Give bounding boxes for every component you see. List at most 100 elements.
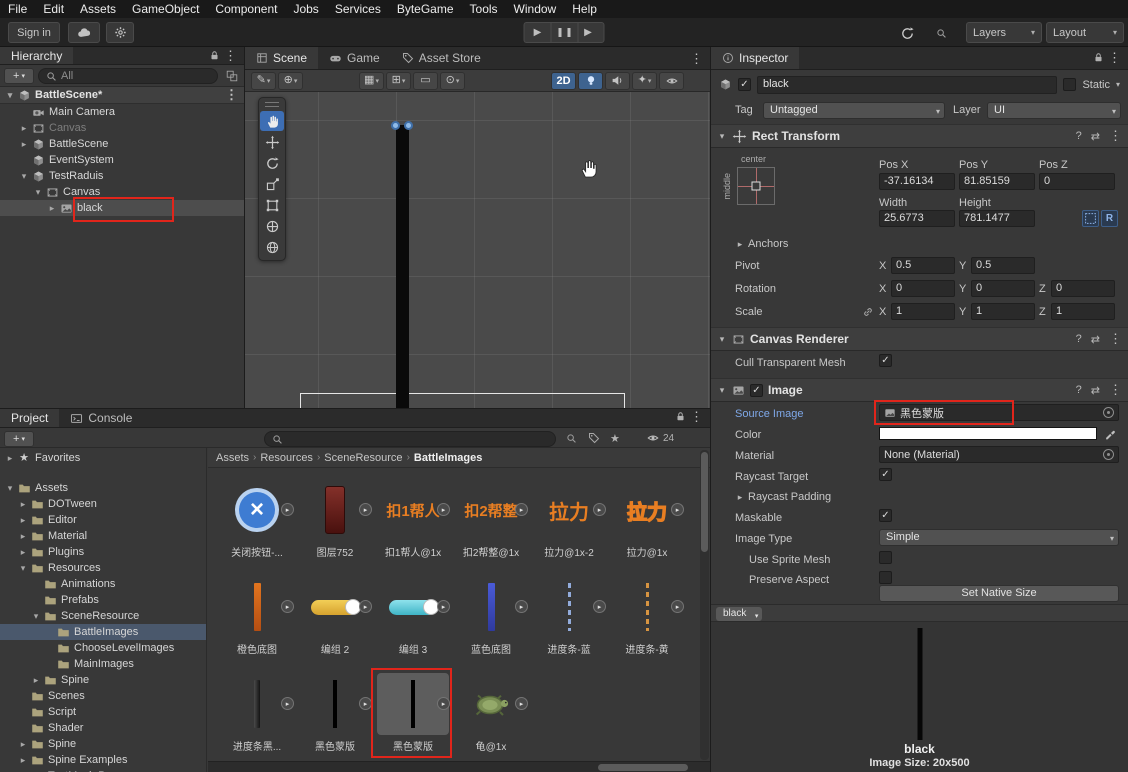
menu-bytegame[interactable]: ByteGame xyxy=(389,0,462,18)
black-image-object[interactable] xyxy=(396,125,409,408)
expand-arrow-icon[interactable]: ▸ xyxy=(17,739,29,750)
expand-arrow-icon[interactable]: ▾ xyxy=(17,563,29,574)
transform-tool[interactable] xyxy=(260,216,284,236)
asset-item-12[interactable]: ▸进度条黑... xyxy=(218,673,296,770)
asset-item-7[interactable]: ▸编组 2 xyxy=(296,576,374,673)
anchor-presets-button[interactable] xyxy=(737,167,775,205)
horizontal-scrollbar[interactable] xyxy=(208,761,710,772)
expand-subassets-button[interactable]: ▸ xyxy=(437,600,450,613)
project-folder-resources[interactable]: ▾Resources xyxy=(0,560,206,576)
expand-subassets-button[interactable]: ▸ xyxy=(515,503,528,516)
play-button[interactable]: ▶ xyxy=(524,22,551,43)
color-swatch[interactable] xyxy=(879,427,1097,440)
expand-subassets-button[interactable]: ▸ xyxy=(515,697,528,710)
move-tool[interactable] xyxy=(260,132,284,152)
tab-hierarchy[interactable]: Hierarchy xyxy=(0,47,73,64)
asset-item-6[interactable]: ▸橙色底图 xyxy=(218,576,296,673)
menu-tools[interactable]: Tools xyxy=(462,0,506,18)
search-window-icon[interactable] xyxy=(226,70,238,82)
expand-subassets-button[interactable]: ▸ xyxy=(281,503,294,516)
project-folder-scenes[interactable]: Scenes xyxy=(0,688,206,704)
effects-dropdown[interactable]: ✦▾ xyxy=(632,72,657,90)
asset-item-0[interactable]: ×▸关闭按钮-... xyxy=(218,479,296,576)
expand-subassets-button[interactable]: ▸ xyxy=(593,600,606,613)
expand-arrow-icon[interactable]: ▸ xyxy=(30,675,42,686)
kebab-icon[interactable]: ⋮ xyxy=(690,51,703,67)
preview-object-dropdown[interactable]: black▾ xyxy=(716,607,762,621)
object-picker-icon[interactable] xyxy=(1103,407,1114,418)
project-folder-favorites[interactable]: ▸★Favorites xyxy=(0,450,206,466)
create-object-button[interactable]: +▾ xyxy=(4,68,34,84)
kebab-icon[interactable]: ⋮ xyxy=(1109,382,1122,398)
lighting-toggle[interactable] xyxy=(578,72,603,90)
project-folder-mainimages[interactable]: MainImages xyxy=(0,656,206,672)
undo-history-icon[interactable] xyxy=(898,25,916,41)
project-folder-assets[interactable]: ▾Assets xyxy=(0,480,206,496)
object-picker-icon[interactable] xyxy=(1103,449,1114,460)
kebab-icon[interactable]: ⋮ xyxy=(1109,331,1122,347)
menu-jobs[interactable]: Jobs xyxy=(285,0,326,18)
project-folder-battleimages[interactable]: BattleImages xyxy=(0,624,206,640)
tool-handle-dropdown[interactable]: ⊙▾ xyxy=(440,72,465,90)
expand-arrow-icon[interactable]: ▾ xyxy=(32,187,44,198)
project-folder-textmesh-pro[interactable]: TextMesh Pro xyxy=(0,768,206,772)
ruler-toggle[interactable]: ▭ xyxy=(413,72,438,90)
scale-x-field[interactable]: 1 xyxy=(891,303,955,320)
tab-project[interactable]: Project xyxy=(0,409,59,427)
rect-handle[interactable] xyxy=(404,121,413,130)
mode-2d-toggle[interactable]: 2D xyxy=(551,72,576,90)
scale-y-field[interactable]: 1 xyxy=(971,303,1035,320)
project-folder-material[interactable]: ▸Material xyxy=(0,528,206,544)
drag-handle-icon[interactable] xyxy=(265,102,279,107)
hierarchy-item-battlescene[interactable]: ▸BattleScene xyxy=(0,136,244,152)
menu-edit[interactable]: Edit xyxy=(35,0,72,18)
lock-icon[interactable] xyxy=(675,411,686,422)
expand-arrow-icon[interactable]: ▸ xyxy=(4,453,16,464)
asset-item-10[interactable]: ▸进度条-蓝 xyxy=(530,576,608,673)
project-folder-script[interactable]: Script xyxy=(0,704,206,720)
breadcrumb-resources[interactable]: Resources xyxy=(260,452,313,464)
kebab-icon[interactable]: ⋮ xyxy=(690,409,703,425)
expand-arrow-icon[interactable]: ▸ xyxy=(17,499,29,510)
expand-arrow-icon[interactable]: ▸ xyxy=(18,123,30,134)
tab-asset-store[interactable]: Asset Store xyxy=(391,47,492,69)
lock-icon[interactable] xyxy=(209,50,220,61)
cloud-button[interactable] xyxy=(68,22,100,43)
cull-transparent-mesh-checkbox[interactable]: ✓ xyxy=(879,354,892,367)
vertical-scrollbar[interactable] xyxy=(700,450,709,760)
menu-gameobject[interactable]: GameObject xyxy=(124,0,207,18)
raw-edit-mode-button[interactable]: R xyxy=(1101,210,1118,227)
pos-x-field[interactable]: -37.16134 xyxy=(879,173,955,190)
project-search-input[interactable] xyxy=(264,431,556,447)
lock-icon[interactable] xyxy=(1093,52,1104,63)
pos-z-field[interactable]: 0 xyxy=(1039,173,1115,190)
project-folder-animations[interactable]: Animations xyxy=(0,576,206,592)
height-field[interactable]: 781.1477 xyxy=(959,210,1035,227)
help-icon[interactable]: ? xyxy=(1076,333,1082,345)
asset-item-1[interactable]: ▸图层752 xyxy=(296,479,374,576)
search-by-label-icon[interactable] xyxy=(588,431,600,445)
project-folder-dotween[interactable]: ▸DOTween xyxy=(0,496,206,512)
expand-arrow-icon[interactable]: ▸ xyxy=(17,515,29,526)
presets-icon[interactable]: ⇄ xyxy=(1091,130,1100,143)
layers-dropdown[interactable]: Layers▾ xyxy=(966,22,1042,43)
static-checkbox[interactable] xyxy=(1063,78,1076,91)
tab-console[interactable]: Console xyxy=(59,409,143,427)
hidden-packages-toggle[interactable]: 24 xyxy=(646,431,674,445)
presets-icon[interactable]: ⇄ xyxy=(1091,333,1100,346)
expand-subassets-button[interactable]: ▸ xyxy=(359,697,372,710)
scene-row-battlescene[interactable]: ▾ BattleScene* ⋮ xyxy=(0,87,244,104)
kebab-icon[interactable]: ⋮ xyxy=(1109,128,1122,144)
expand-subassets-button[interactable]: ▸ xyxy=(671,503,684,516)
presets-icon[interactable]: ⇄ xyxy=(1091,384,1100,397)
project-folder-prefabs[interactable]: Prefabs xyxy=(0,592,206,608)
expand-arrow-icon[interactable]: ▸ xyxy=(17,531,29,542)
active-checkbox[interactable]: ✓ xyxy=(738,78,751,91)
asset-item-5[interactable]: 拉力▸拉力@1x xyxy=(608,479,686,576)
search-by-type-icon[interactable] xyxy=(566,431,577,445)
expand-subassets-button[interactable]: ▸ xyxy=(671,600,684,613)
rotate-tool[interactable] xyxy=(260,153,284,173)
menu-component[interactable]: Component xyxy=(207,0,285,18)
rotation-y-field[interactable]: 0 xyxy=(971,280,1035,297)
asset-item-8[interactable]: ▸编组 3 xyxy=(374,576,452,673)
